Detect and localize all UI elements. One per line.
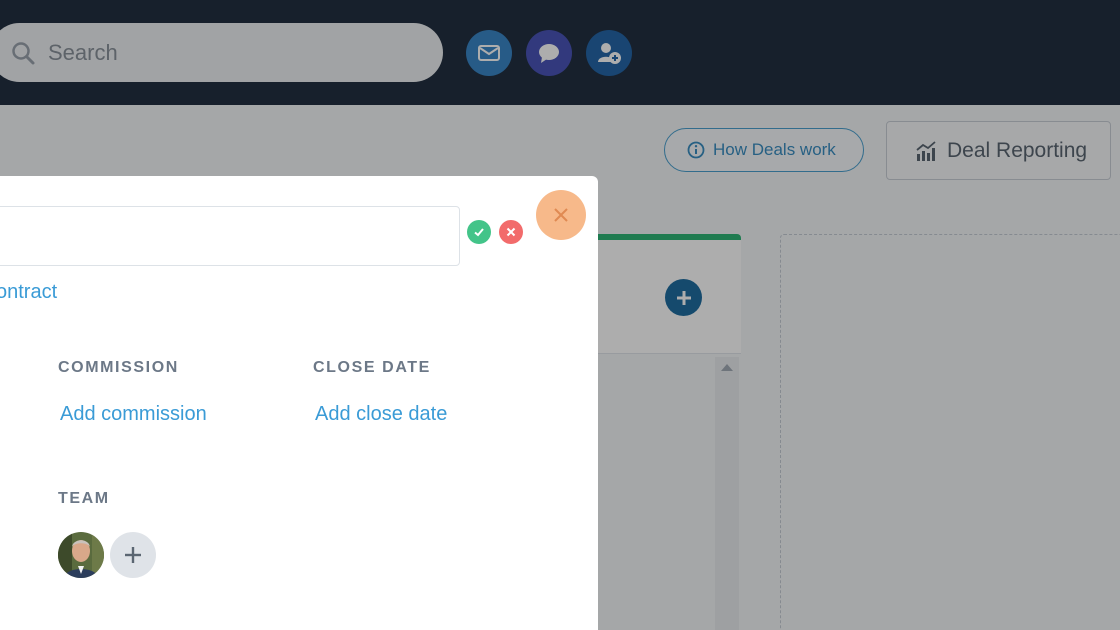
close-icon <box>554 208 568 222</box>
team-label: TEAM <box>58 490 110 507</box>
team-member-photo <box>58 532 104 578</box>
contract-link[interactable]: ontract <box>0 281 57 304</box>
commission-label: COMMISSION <box>58 359 179 376</box>
cancel-title-button[interactable] <box>499 220 523 244</box>
avatar[interactable] <box>58 532 104 578</box>
close-modal-button[interactable] <box>536 190 586 240</box>
add-team-member-button[interactable] <box>110 532 156 578</box>
checkmark-icon <box>474 228 484 237</box>
x-icon <box>506 227 516 237</box>
deal-title-input[interactable] <box>0 206 460 266</box>
close-date-label: CLOSE DATE <box>313 359 431 376</box>
plus-icon <box>125 547 141 563</box>
confirm-title-button[interactable] <box>467 220 491 244</box>
add-commission-link[interactable]: Add commission <box>60 403 207 426</box>
add-close-date-link[interactable]: Add close date <box>315 403 447 426</box>
